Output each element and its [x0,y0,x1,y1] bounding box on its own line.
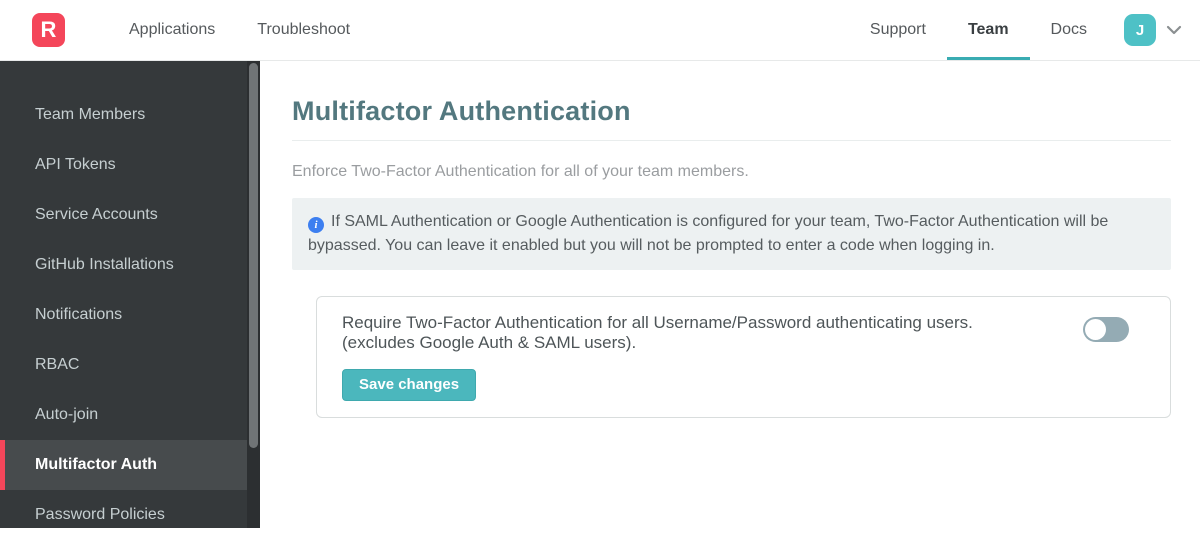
sidebar-scrollbar-thumb[interactable] [249,63,258,448]
info-callout: i If SAML Authentication or Google Authen… [292,198,1171,270]
sidebar-item-password-policies[interactable]: Password Policies [0,490,260,540]
sidebar-scrollbar-track [247,61,260,528]
sidebar-item-rbac[interactable]: RBAC [0,340,260,390]
page-title: Multifactor Authentication [292,96,631,126]
logo-letter: R [40,17,57,42]
toggle-knob [1085,319,1106,340]
section-description: Enforce Two-Factor Authentication for al… [292,163,749,180]
nav-item-docs[interactable]: Docs [1030,0,1108,60]
setting-label-line1: Require Two-Factor Authentication for al… [342,313,973,332]
rollbar-logo[interactable]: R [32,13,65,47]
top-navbar: R Applications Troubleshoot Support Team… [0,0,1200,61]
sidebar-item-multifactor-auth[interactable]: Multifactor Auth [0,440,260,490]
avatar[interactable]: J [1124,14,1156,46]
sidebar-item-notifications[interactable]: Notifications [0,290,260,340]
chevron-down-icon[interactable] [1166,25,1182,35]
sidebar-item-auto-join[interactable]: Auto-join [0,390,260,440]
primary-nav: Applications Troubleshoot [108,0,371,60]
setting-label: Require Two-Factor Authentication for al… [342,313,973,353]
mfa-setting-card: Require Two-Factor Authentication for al… [316,296,1171,418]
avatar-initial: J [1135,21,1145,39]
nav-item-support[interactable]: Support [849,0,947,60]
nav-item-team[interactable]: Team [946,0,1030,60]
nav-item-troubleshoot[interactable]: Troubleshoot [236,0,371,60]
page-body: Team Members API Tokens Service Accounts… [0,61,1200,528]
sidebar-item-team-members[interactable]: Team Members [0,90,260,140]
sidebar-item-github-installations[interactable]: GitHub Installations [0,240,260,290]
sidebar-item-api-tokens[interactable]: API Tokens [0,140,260,190]
nav-item-applications[interactable]: Applications [108,0,236,60]
info-callout-text: If SAML Authentication or Google Authent… [308,213,1109,254]
settings-sidebar: Team Members API Tokens Service Accounts… [0,61,260,528]
main-content: Multifactor Authentication Enforce Two-F… [260,61,1200,528]
setting-label-line2: (excludes Google Auth & SAML users). [342,333,637,352]
secondary-nav: Support Team Docs J [849,0,1182,60]
info-icon: i [308,217,324,233]
title-divider [292,140,1171,141]
require-2fa-toggle[interactable] [1083,317,1129,342]
sidebar-item-service-accounts[interactable]: Service Accounts [0,190,260,240]
save-changes-button[interactable]: Save changes [342,369,477,401]
